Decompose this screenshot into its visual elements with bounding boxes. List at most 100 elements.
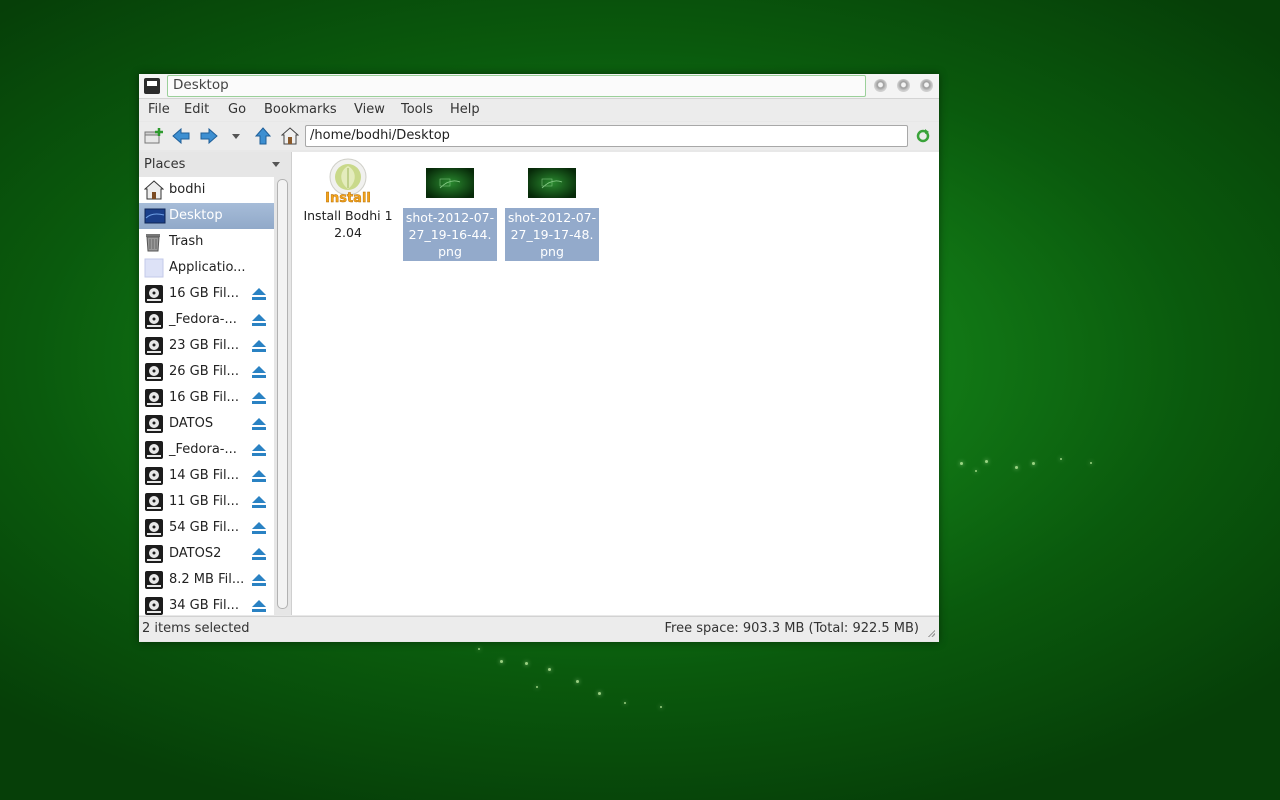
sidebar-item-1[interactable]: Desktop [139, 203, 274, 229]
drive-icon [144, 518, 164, 538]
sidebar-item-label: _Fedora-... [169, 442, 237, 457]
minimize-button[interactable] [874, 79, 887, 92]
applications-icon [144, 258, 164, 278]
status-bar: 2 items selected Free space: 903.3 MB (T… [139, 616, 939, 641]
sidebar-item-10[interactable]: _Fedora-... [139, 437, 274, 463]
eject-icon[interactable] [252, 600, 266, 613]
sidebar-item-0[interactable]: bodhi [139, 177, 274, 203]
menu-tools[interactable]: Tools [401, 102, 433, 117]
maximize-button[interactable] [897, 79, 910, 92]
sidebar-item-13[interactable]: 54 GB Fil... [139, 515, 274, 541]
free-space-status: Free space: 903.3 MB (Total: 922.5 MB) [664, 621, 919, 636]
eject-icon[interactable] [252, 392, 266, 405]
forward-arrow-icon[interactable] [199, 126, 219, 146]
file-manager-window: Desktop File Edit Go Bookmarks View Tool… [139, 74, 939, 642]
drive-icon [144, 440, 164, 460]
eject-icon[interactable] [252, 470, 266, 483]
sidebar-item-3[interactable]: Applicatio... [139, 255, 274, 281]
sidebar-item-14[interactable]: DATOS2 [139, 541, 274, 567]
eject-icon[interactable] [252, 548, 266, 561]
sidebar-item-16[interactable]: 34 GB Fil... [139, 593, 274, 615]
window-menu-icon[interactable] [144, 78, 160, 94]
sidebar-item-label: DATOS [169, 416, 214, 431]
file-item[interactable]: Install Install Bodhi 12.04 [300, 158, 396, 241]
menu-bar: File Edit Go Bookmarks View Tools Help [139, 99, 939, 121]
sidebar-item-label: 26 GB Fil... [169, 364, 239, 379]
drive-icon [144, 310, 164, 330]
window-title: Desktop [173, 77, 229, 93]
new-tab-icon[interactable] [144, 126, 164, 146]
sidebar-item-label: DATOS2 [169, 546, 222, 561]
menu-help[interactable]: Help [450, 102, 480, 117]
sidebar-item-2[interactable]: Trash [139, 229, 274, 255]
menu-edit[interactable]: Edit [184, 102, 209, 117]
title-bar[interactable]: Desktop [139, 74, 939, 99]
chevron-down-icon[interactable] [272, 162, 280, 167]
drive-icon [144, 570, 164, 590]
sidebar-item-label: _Fedora-... [169, 312, 237, 327]
sidebar-scroll-thumb[interactable] [277, 179, 288, 609]
eject-icon[interactable] [252, 288, 266, 301]
up-arrow-icon[interactable] [253, 126, 273, 146]
home-icon[interactable] [280, 126, 300, 146]
menu-bookmarks[interactable]: Bookmarks [264, 102, 337, 117]
desktop-icon [144, 206, 166, 226]
drive-icon [144, 284, 164, 304]
sidebar-item-label: 54 GB Fil... [169, 520, 239, 535]
svg-text:Install: Install [326, 191, 370, 204]
go-refresh-icon[interactable] [913, 126, 933, 146]
sidebar-item-5[interactable]: _Fedora-... [139, 307, 274, 333]
places-sidebar: Places bodhi Desktop Trash Applicatio... 16 … [139, 152, 291, 615]
sidebar-item-label: 8.2 MB Fil... [169, 572, 245, 587]
sidebar-item-label: 14 GB Fil... [169, 468, 239, 483]
image-thumbnail-icon [426, 168, 474, 198]
file-label: shot-2012-07-27_19-17-48.png [505, 208, 599, 261]
image-thumbnail-icon [528, 168, 576, 198]
file-item[interactable]: shot-2012-07-27_19-17-48.png [504, 158, 600, 261]
eject-icon[interactable] [252, 366, 266, 379]
eject-icon[interactable] [252, 340, 266, 353]
home-folder-icon [143, 180, 165, 200]
back-arrow-icon[interactable] [171, 126, 191, 146]
file-item[interactable]: shot-2012-07-27_19-16-44.png [402, 158, 498, 261]
sidebar-item-label: Trash [169, 234, 204, 249]
selection-status: 2 items selected [142, 621, 250, 636]
sidebar-item-label: 34 GB Fil... [169, 598, 239, 613]
eject-icon[interactable] [252, 574, 266, 587]
file-view[interactable]: Install Install Bodhi 12.04 shot-2012-07-2… [291, 152, 939, 615]
path-input[interactable] [306, 126, 905, 144]
sidebar-item-7[interactable]: 26 GB Fil... [139, 359, 274, 385]
menu-file[interactable]: File [148, 102, 170, 117]
menu-view[interactable]: View [354, 102, 385, 117]
sidebar-item-11[interactable]: 14 GB Fil... [139, 463, 274, 489]
eject-icon[interactable] [252, 418, 266, 431]
places-header[interactable]: Places [139, 152, 291, 176]
drive-icon [144, 414, 164, 434]
sidebar-item-label: 23 GB Fil... [169, 338, 239, 353]
menu-go[interactable]: Go [228, 102, 246, 117]
sidebar-item-6[interactable]: 23 GB Fil... [139, 333, 274, 359]
eject-icon[interactable] [252, 314, 266, 327]
drive-icon [144, 466, 164, 486]
sidebar-item-15[interactable]: 8.2 MB Fil... [139, 567, 274, 593]
sidebar-scrollbar[interactable] [276, 177, 288, 615]
places-list: bodhi Desktop Trash Applicatio... 16 GB Fil.… [139, 177, 274, 615]
sidebar-item-8[interactable]: 16 GB Fil... [139, 385, 274, 411]
eject-icon[interactable] [252, 444, 266, 457]
drive-icon [144, 362, 164, 382]
eject-icon[interactable] [252, 496, 266, 509]
sidebar-item-label: 16 GB Fil... [169, 390, 239, 405]
file-label: Install Bodhi 12.04 [303, 208, 393, 240]
sidebar-item-4[interactable]: 16 GB Fil... [139, 281, 274, 307]
drive-icon [144, 336, 164, 356]
sidebar-item-12[interactable]: 11 GB Fil... [139, 489, 274, 515]
drive-icon [144, 492, 164, 512]
close-button[interactable] [920, 79, 933, 92]
sidebar-item-9[interactable]: DATOS [139, 411, 274, 437]
path-bar[interactable] [305, 125, 908, 147]
sidebar-item-label: 11 GB Fil... [169, 494, 239, 509]
eject-icon[interactable] [252, 522, 266, 535]
sidebar-item-label: Desktop [169, 208, 223, 223]
resize-grip[interactable] [927, 629, 935, 637]
history-dropdown-icon[interactable] [226, 126, 246, 146]
